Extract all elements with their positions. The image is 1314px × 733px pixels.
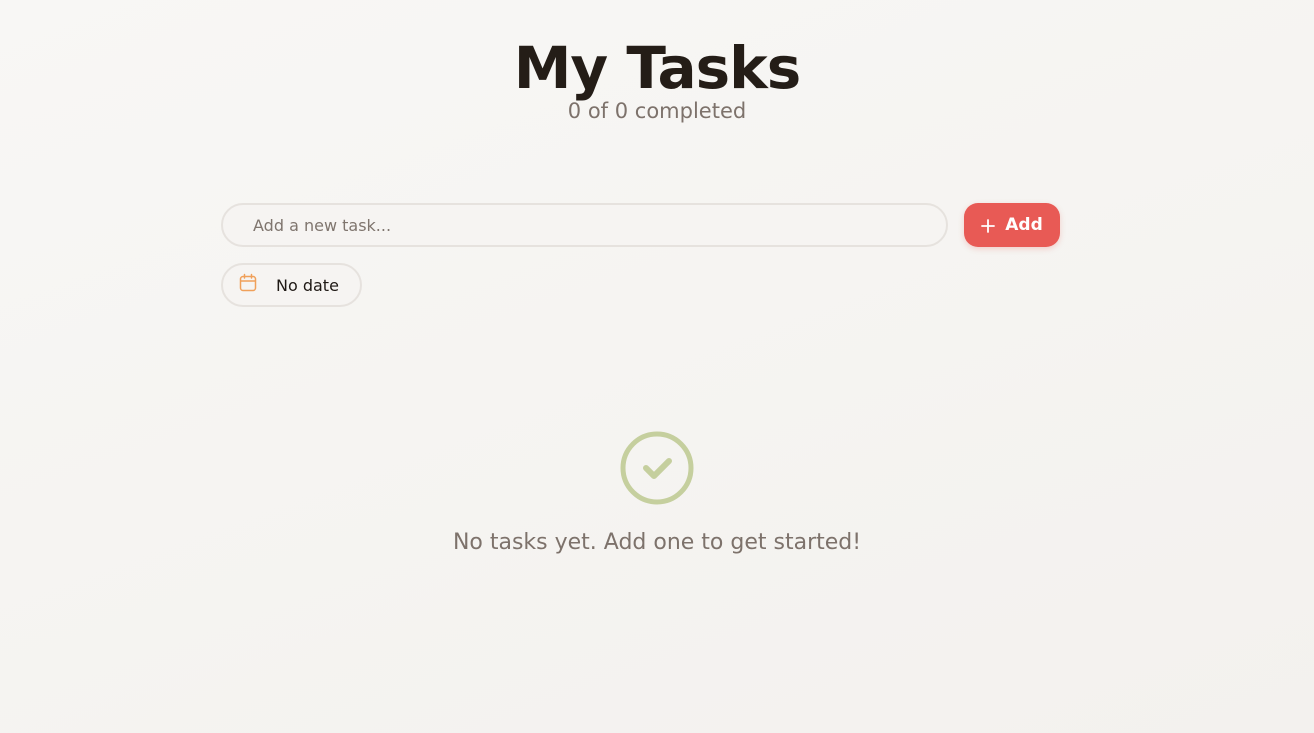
add-task-button[interactable]: Add: [964, 203, 1060, 247]
completion-status: 0 of 0 completed: [567, 99, 747, 123]
page-header: My Tasks 0 of 0 completed: [0, 32, 1314, 125]
due-date-button[interactable]: No date: [221, 263, 362, 307]
add-task-row: Add: [221, 203, 1060, 247]
empty-state: No tasks yet. Add one to get started!: [0, 430, 1314, 558]
page-title: My Tasks: [513, 34, 802, 102]
plus-icon: [981, 218, 996, 233]
add-button-label: Add: [1005, 215, 1043, 235]
check-circle-icon: [619, 430, 695, 506]
calendar-icon: [238, 273, 258, 297]
due-date-label: No date: [276, 275, 339, 295]
empty-state-message: No tasks yet. Add one to get started!: [452, 530, 862, 555]
new-task-input[interactable]: [221, 203, 948, 247]
